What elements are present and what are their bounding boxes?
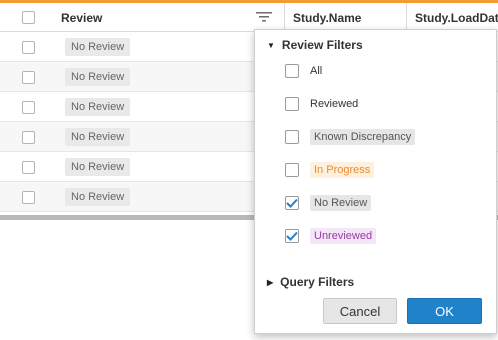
filter-checkbox[interactable] — [285, 97, 299, 111]
checkmark-icon — [286, 198, 298, 208]
page: Review Study.Name Study.LoadDate No Revi… — [0, 0, 498, 340]
filter-option-label: No Review — [310, 195, 372, 211]
row-checkbox[interactable] — [21, 190, 35, 204]
column-header-study-loaddate[interactable]: Study.LoadDate — [406, 3, 498, 32]
select-all-checkbox[interactable] — [21, 11, 35, 24]
filter-option-known-discrepancy[interactable]: Known Discrepancy — [285, 127, 416, 147]
review-status-badge: No Review — [65, 188, 131, 206]
review-status-badge: No Review — [65, 68, 131, 86]
review-status-badge: No Review — [65, 38, 131, 56]
row-check-cell — [0, 182, 56, 212]
query-filters-title: Query Filters — [280, 275, 355, 289]
filter-option-label: Known Discrepancy — [310, 129, 416, 145]
row-checkbox[interactable] — [21, 130, 35, 144]
filter-option-all[interactable]: All — [285, 61, 322, 81]
ok-button[interactable]: OK — [407, 298, 482, 324]
filter-checkbox[interactable] — [285, 64, 299, 78]
filter-checkbox-checked[interactable] — [285, 229, 299, 243]
review-status-badge: No Review — [65, 98, 131, 116]
filter-option-label: Unreviewed — [310, 228, 377, 244]
query-filters-toggle[interactable]: ▶ Query Filters — [267, 275, 354, 289]
filter-option-unreviewed[interactable]: Unreviewed — [285, 226, 377, 246]
caret-right-icon: ▶ — [267, 277, 274, 287]
row-check-cell — [0, 122, 56, 152]
filter-option-label: All — [310, 65, 323, 77]
row-checkbox[interactable] — [21, 160, 35, 174]
caret-down-icon: ▼ — [267, 40, 275, 50]
review-filters-title: Review Filters — [281, 38, 363, 52]
column-header-study-loaddate-label: Study.LoadDate — [415, 10, 498, 25]
filter-option-in-progress[interactable]: In Progress — [285, 160, 375, 180]
filter-checkbox-checked[interactable] — [285, 196, 299, 210]
row-checkbox[interactable] — [21, 100, 35, 114]
filter-checkbox[interactable] — [285, 130, 299, 144]
row-check-cell — [0, 32, 56, 62]
review-status-badge: No Review — [65, 158, 131, 176]
review-filters-toggle[interactable]: ▼ Review Filters — [267, 38, 363, 52]
row-checkbox[interactable] — [21, 40, 35, 54]
select-all-cell — [0, 3, 56, 32]
cancel-button[interactable]: Cancel — [323, 298, 397, 324]
grid-header: Review Study.Name Study.LoadDate — [0, 3, 498, 32]
filter-option-reviewed[interactable]: Reviewed — [285, 94, 358, 114]
filter-option-label: In Progress — [310, 162, 375, 178]
review-status-badge: No Review — [65, 128, 131, 146]
column-header-review-label: Review — [61, 10, 103, 25]
column-header-study-name-label: Study.Name — [293, 10, 362, 25]
review-filter-popup: ▼ Review Filters All Reviewed Known Disc… — [254, 29, 497, 334]
column-header-study-name[interactable]: Study.Name — [284, 3, 406, 32]
filter-option-no-review[interactable]: No Review — [285, 193, 372, 213]
checkmark-icon — [286, 231, 298, 241]
row-check-cell — [0, 152, 56, 182]
row-check-cell — [0, 62, 56, 92]
row-check-cell — [0, 92, 56, 122]
column-header-review[interactable]: Review — [56, 3, 284, 32]
row-checkbox[interactable] — [21, 70, 35, 84]
filter-checkbox[interactable] — [285, 163, 299, 177]
filter-icon — [256, 12, 272, 22]
filter-option-label: Reviewed — [310, 98, 359, 110]
review-filter-button[interactable] — [253, 8, 275, 26]
